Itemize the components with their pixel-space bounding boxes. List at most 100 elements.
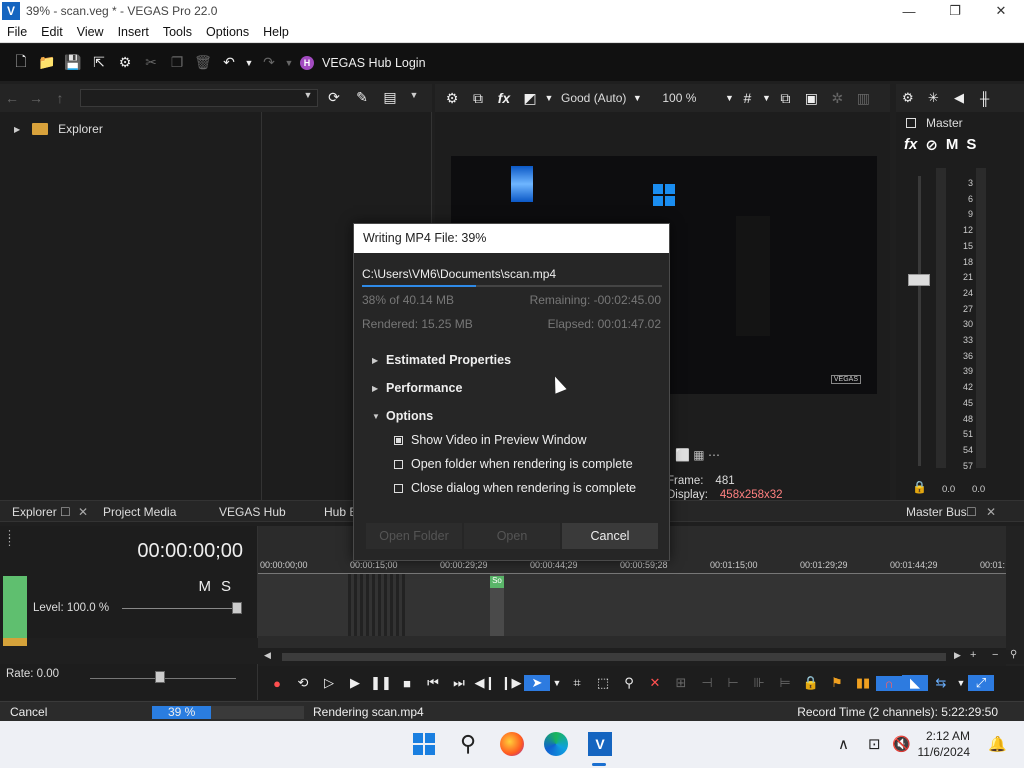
master-mute-button[interactable]: M <box>946 136 959 154</box>
preview-quality-select[interactable]: Good (Auto) <box>561 91 626 105</box>
envelope-tool-button[interactable]: ⌗ <box>564 675 590 691</box>
go-to-end-button[interactable]: ⏭ <box>446 675 472 691</box>
pause-button[interactable]: ❚❚ <box>368 675 394 691</box>
minimize-button[interactable]: — <box>886 0 932 22</box>
track-color-strip[interactable] <box>3 576 27 638</box>
lock-button[interactable]: 🔒 <box>798 675 824 691</box>
mixer-downmix-icon[interactable]: ◀ <box>954 90 980 106</box>
redo-icon[interactable]: ↷ <box>256 50 282 76</box>
open-folder-icon[interactable]: 📁 <box>34 50 60 76</box>
split-screen-icon[interactable]: ◩ <box>517 85 543 111</box>
open-folder-checkbox[interactable] <box>394 459 403 469</box>
tab-explorer-close-icon[interactable]: ✕ <box>78 505 88 519</box>
redo-dropdown-icon[interactable]: ▼ <box>282 50 296 76</box>
menu-help[interactable]: Help <box>256 25 296 39</box>
menu-tools[interactable]: Tools <box>156 25 199 39</box>
copy-icon[interactable]: ❐ <box>164 50 190 76</box>
timeline-horizontal-scrollbar[interactable]: ◀ ▶ + − ⚲ <box>258 649 1024 664</box>
zoom-tool-button[interactable]: ⚲ <box>616 675 642 691</box>
zoom-tool-icon[interactable]: ⚲ <box>1010 649 1017 660</box>
track2-color-strip[interactable] <box>3 638 27 646</box>
up-arrow-icon[interactable]: ↑ <box>48 90 72 106</box>
notification-bell-icon[interactable]: 🔔 <box>988 735 1007 753</box>
track-solo-button[interactable]: S <box>221 578 241 595</box>
open-button[interactable]: Open <box>464 523 560 549</box>
status-cancel-button[interactable]: Cancel <box>10 705 54 719</box>
scroll-right-icon[interactable]: ▶ <box>954 650 961 661</box>
previous-frame-button[interactable]: ◀❙ <box>472 675 498 691</box>
fader-lock-icon[interactable]: 🔒 <box>912 480 927 494</box>
grip-icon[interactable]: ⋮ ⋮ <box>4 530 15 548</box>
tab-master-bus-undock-icon[interactable]: ☐ <box>966 505 977 519</box>
volume-muted-icon[interactable]: 🔇 <box>892 735 911 753</box>
split-dropdown-icon[interactable]: ▼ <box>543 85 555 111</box>
cancel-button[interactable]: Cancel <box>562 523 658 549</box>
option-show-video[interactable]: Show Video in Preview Window <box>394 433 587 447</box>
vegas-taskbar-button[interactable]: V <box>585 729 615 759</box>
lock-envelopes-button[interactable]: ⤢ <box>968 675 994 691</box>
track-level-slider[interactable] <box>122 608 242 609</box>
menu-edit[interactable]: Edit <box>34 25 70 39</box>
play-from-start-button[interactable]: ▷ <box>316 675 342 691</box>
tab-project-media[interactable]: Project Media <box>103 505 176 519</box>
selection-tool-button[interactable]: ⬚ <box>590 675 616 691</box>
option-open-folder[interactable]: Open folder when rendering is complete <box>394 457 633 471</box>
chevron-up-icon[interactable]: ∧ <box>838 735 849 753</box>
forward-arrow-icon[interactable]: → <box>24 90 48 106</box>
undo-dropdown-icon[interactable]: ▼ <box>242 50 256 76</box>
master-fx-button[interactable]: fx <box>904 136 917 154</box>
mixer-settings-icon[interactable]: ⚙ <box>902 90 928 106</box>
delete-icon[interactable]: 🗑 <box>190 50 216 76</box>
next-frame-button[interactable]: ❙▶ <box>498 675 524 691</box>
search-button[interactable]: ⚲ <box>453 729 483 759</box>
video-fx-icon[interactable]: fx <box>491 85 517 111</box>
timeline-vertical-scrollbar[interactable] <box>1006 526 1024 666</box>
save-snapshot-icon[interactable]: ▣ <box>798 85 824 111</box>
track-level-handle[interactable] <box>232 602 242 614</box>
expand-caret-icon[interactable]: ▶ <box>14 125 20 134</box>
menu-options[interactable]: Options <box>199 25 256 39</box>
back-arrow-icon[interactable]: ← <box>0 90 24 106</box>
overlays-grid-icon[interactable]: # <box>734 85 760 111</box>
view-icon[interactable]: ▤ <box>378 89 402 106</box>
menu-file[interactable]: File <box>0 25 34 39</box>
stop-button[interactable]: ■ <box>394 676 420 691</box>
section-options[interactable]: ▼ Options <box>372 409 433 423</box>
record-button[interactable]: ● <box>264 676 290 691</box>
scrollbar-thumb[interactable] <box>282 653 946 661</box>
zoom-dropdown-icon[interactable]: ▼ <box>724 85 734 111</box>
timeline-timecode[interactable]: 00:00:00;00 <box>137 540 243 563</box>
snapping-magnet-button[interactable]: ∩ <box>876 675 902 691</box>
delete-button[interactable]: ✕ <box>642 675 668 691</box>
explorer-tree-item[interactable]: ▶ Explorer <box>14 122 103 136</box>
preview-zoom-select[interactable]: 100 % <box>662 91 696 105</box>
master-fader-track[interactable] <box>918 176 921 466</box>
trim-button[interactable]: ⊞ <box>668 675 694 691</box>
master-fader-handle[interactable] <box>908 274 930 286</box>
auto-crossfade-button[interactable]: ◣ <box>902 675 928 691</box>
option-close-dialog[interactable]: Close dialog when rendering is complete <box>394 481 636 495</box>
start-button[interactable] <box>409 729 439 759</box>
copy-snapshot-icon[interactable]: ⧉ <box>772 85 798 111</box>
vegas-hub-icon[interactable]: H <box>300 55 314 70</box>
tools-icon[interactable]: ✎ <box>350 89 374 106</box>
rate-slider-handle[interactable] <box>155 671 165 683</box>
new-file-icon[interactable]: 🗋 <box>8 50 34 76</box>
edit-tool-dropdown-icon[interactable]: ▼ <box>550 678 564 688</box>
quality-dropdown-icon[interactable]: ▼ <box>632 85 642 111</box>
ripple-button[interactable]: ⊨ <box>772 675 798 691</box>
path-dropdown-icon[interactable]: ▼ <box>296 90 320 100</box>
overlays-dropdown-icon[interactable]: ▼ <box>760 85 772 111</box>
tab-master-bus-close-icon[interactable]: ✕ <box>986 505 996 519</box>
tab-explorer-undock-icon[interactable]: ☐ <box>60 505 71 519</box>
external-monitor-icon[interactable]: ⧉ <box>465 85 491 111</box>
settings-icon[interactable]: ⚙ <box>112 50 138 76</box>
tab-explorer[interactable]: Explorer <box>12 505 57 519</box>
show-video-checkbox[interactable] <box>394 435 403 445</box>
edge-button[interactable] <box>541 729 571 759</box>
undo-icon[interactable]: ↶ <box>216 50 242 76</box>
insert-marker-button[interactable]: ⚑ <box>824 675 850 691</box>
split-button[interactable]: ⊪ <box>746 675 772 691</box>
scopes-icon[interactable]: ✲ <box>824 85 850 111</box>
taskbar-clock[interactable]: 2:12 AM 11/6/2024 <box>918 728 971 760</box>
